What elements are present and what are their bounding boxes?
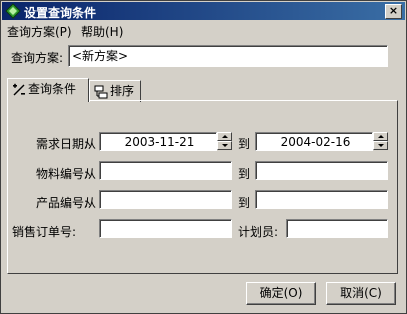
tab-conditions[interactable]: 查询条件: [7, 78, 89, 102]
date-label: 需求日期:: [36, 137, 89, 151]
percent-icon: [13, 83, 25, 95]
tab-sort-label: 排序: [110, 84, 135, 98]
close-icon: ×: [388, 4, 399, 17]
spin-up-icon[interactable]: [373, 132, 388, 141]
date-from-spinner[interactable]: [217, 132, 232, 151]
material-to-label: 到: [238, 167, 251, 181]
date-to-spinner[interactable]: [373, 132, 388, 151]
window-title: 设置查询条件: [24, 6, 97, 20]
date-to-input[interactable]: 2004-02-16: [255, 132, 373, 151]
product-label: 产品编号:: [36, 196, 89, 210]
product-to-input[interactable]: [255, 190, 388, 209]
date-from-value: 2003-11-21: [124, 135, 195, 149]
product-from-input[interactable]: [99, 190, 232, 209]
menu-query-scheme[interactable]: 查询方案(P): [7, 23, 72, 40]
conditions-panel: [7, 100, 398, 274]
dialog-window: 设置查询条件 × 查询方案(P) 帮助(H) 查询方案: <新方案> 查询条件 …: [0, 0, 407, 314]
material-from-input[interactable]: [99, 161, 232, 180]
app-icon: [5, 3, 21, 19]
tab-sort[interactable]: 排序: [89, 80, 141, 102]
scheme-value: <新方案>: [72, 49, 129, 63]
spin-up-icon[interactable]: [217, 132, 232, 141]
date-from-input[interactable]: 2003-11-21: [99, 132, 217, 151]
tab-conditions-label: 查询条件: [28, 82, 77, 96]
material-to-input[interactable]: [255, 161, 388, 180]
scheme-label: 查询方案:: [11, 51, 64, 65]
scheme-input[interactable]: <新方案>: [68, 45, 388, 67]
menu-help[interactable]: 帮助(H): [81, 23, 123, 40]
planner-value: [287, 222, 290, 236]
date-from-label: 从: [84, 137, 97, 151]
product-to-label: 到: [238, 196, 251, 210]
title-bar[interactable]: 设置查询条件 ×: [2, 2, 405, 20]
cancel-button[interactable]: 取消(C): [326, 282, 396, 305]
date-to-label: 到: [238, 137, 251, 151]
spin-down-icon[interactable]: [217, 141, 232, 150]
material-from-value: [100, 164, 103, 178]
sales-order-label: 销售订单号:: [12, 225, 77, 239]
material-label: 物料编号:: [36, 167, 89, 181]
sort-icon: [94, 85, 108, 98]
date-to-value: 2004-02-16: [280, 135, 351, 149]
material-from-label: 从: [84, 167, 97, 181]
planner-input[interactable]: [286, 219, 388, 238]
sales-order-value: [100, 222, 103, 236]
product-from-value: [100, 193, 103, 207]
menu-bar: 查询方案(P) 帮助(H): [2, 21, 405, 39]
spin-down-icon[interactable]: [373, 141, 388, 150]
product-to-value: [256, 193, 259, 207]
sales-order-input[interactable]: [99, 219, 232, 238]
product-from-label: 从: [84, 196, 97, 210]
planner-label: 计划员:: [238, 225, 279, 239]
ok-button[interactable]: 确定(O): [246, 282, 316, 305]
material-to-value: [256, 164, 259, 178]
close-button[interactable]: ×: [385, 4, 402, 19]
